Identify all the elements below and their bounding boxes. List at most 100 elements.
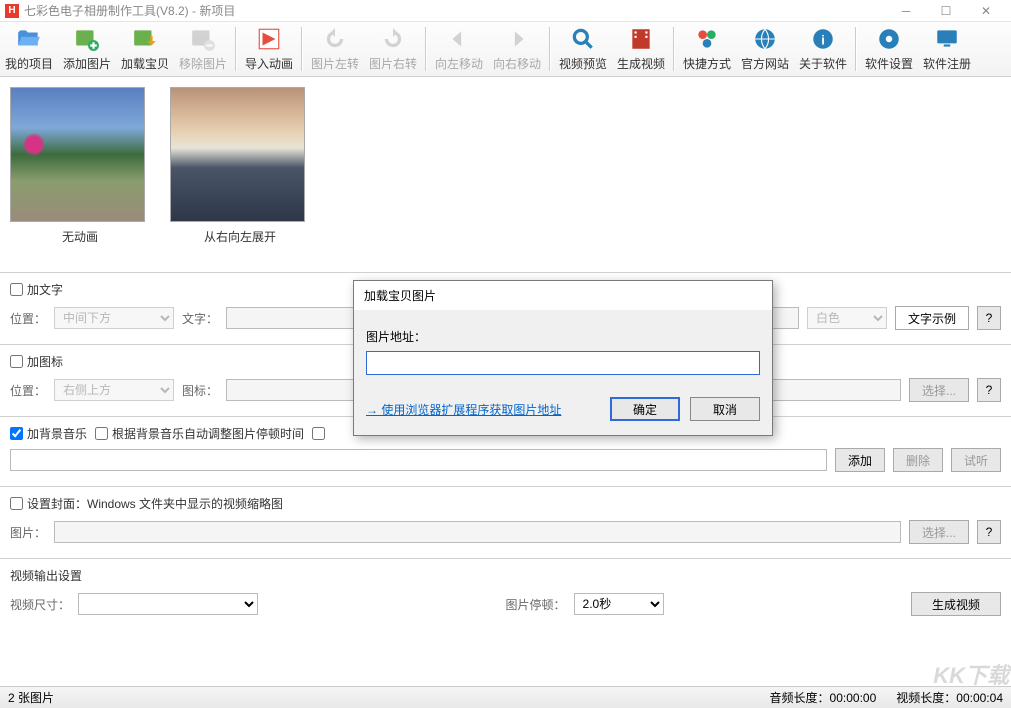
- film-icon: [628, 26, 654, 52]
- music-delete-button[interactable]: 删除: [893, 448, 943, 472]
- text-example-button[interactable]: 文字示例: [895, 306, 969, 330]
- move-left-icon: [446, 26, 472, 52]
- music-try-button[interactable]: 试听: [951, 448, 1001, 472]
- minimize-button[interactable]: ─: [886, 1, 926, 21]
- toolbar-globe[interactable]: 官方网站: [736, 22, 794, 76]
- text-position-select[interactable]: 中间下方: [54, 307, 174, 329]
- toolbar-label: 导入动画: [245, 55, 293, 72]
- add-music-checkbox[interactable]: 加背景音乐: [10, 425, 87, 442]
- toolbar-label: 添加图片: [63, 55, 111, 72]
- toolbar-gear[interactable]: 软件设置: [860, 22, 918, 76]
- toolbar-info[interactable]: i 关于软件: [794, 22, 852, 76]
- video-size-select[interactable]: [78, 593, 258, 615]
- add-icon-check[interactable]: [10, 355, 23, 368]
- toolbar-preview[interactable]: 视频预览: [554, 22, 612, 76]
- add-music-check[interactable]: [10, 427, 23, 440]
- cancel-button[interactable]: 取消: [690, 397, 760, 421]
- image-count: 2 张图片: [8, 689, 54, 706]
- main-toolbar: 我的项目添加图片加载宝贝移除图片导入动画图片左转图片右转向左移动向右移动 视频预览…: [0, 22, 1011, 77]
- move-right-icon: [504, 26, 530, 52]
- toolbar-label: 我的项目: [5, 55, 53, 72]
- toolbar-label: 生成视频: [617, 55, 665, 72]
- ok-button[interactable]: 确定: [610, 397, 680, 421]
- toolbar-image-plus[interactable]: 添加图片: [58, 22, 116, 76]
- toolbar-folder-open[interactable]: 我的项目: [0, 22, 58, 76]
- cover-panel: 设置封面：Windows 文件夹中显示的视频缩略图 图片： 选择... ?: [0, 486, 1011, 558]
- import-animation-icon: [256, 26, 282, 52]
- video-length: 视频长度：00:00:04: [896, 689, 1003, 706]
- rotate-left-icon: [322, 26, 348, 52]
- cover-path-input[interactable]: [54, 521, 901, 543]
- truncated-checkbox[interactable]: [312, 427, 325, 440]
- video-size-label: 视频尺寸：: [10, 596, 70, 613]
- thumbnail-caption: 无动画: [10, 228, 150, 245]
- window-title: 七彩色电子相册制作工具(V8.2) - 新项目: [24, 2, 886, 19]
- help-button[interactable]: ?: [977, 306, 1001, 330]
- icon-label: 图标：: [182, 382, 218, 399]
- thumbnail-image: [10, 87, 145, 222]
- toolbar-label: 关于软件: [799, 55, 847, 72]
- toolbar-rotate-right: 图片右转: [364, 22, 422, 76]
- thumbnail-image: [170, 87, 305, 222]
- help-button[interactable]: ?: [977, 378, 1001, 402]
- audio-length: 音频长度：00:00:00: [770, 689, 877, 706]
- music-path-input[interactable]: [10, 449, 827, 471]
- info-icon: i: [810, 26, 836, 52]
- toolbar-import-animation[interactable]: 导入动画: [240, 22, 298, 76]
- icon-position-select[interactable]: 右侧上方: [54, 379, 174, 401]
- help-button[interactable]: ?: [977, 520, 1001, 544]
- status-bar: 2 张图片 音频长度：00:00:00 视频长度：00:00:04: [0, 686, 1011, 708]
- toolbar-rotate-left: 图片左转: [306, 22, 364, 76]
- load-image-dialog: 加载宝贝图片 图片地址： → 使用浏览器扩展程序获取图片地址 确定 取消: [353, 280, 773, 436]
- gear-icon: [876, 26, 902, 52]
- image-plus-icon: [74, 26, 100, 52]
- auto-adjust-check[interactable]: [95, 427, 108, 440]
- globe-icon: [752, 26, 778, 52]
- toolbar-label: 快捷方式: [683, 55, 731, 72]
- toolbar-label: 向右移动: [493, 55, 541, 72]
- pause-label: 图片停顿：: [506, 596, 566, 613]
- close-button[interactable]: ✕: [966, 1, 1006, 21]
- thumbnail-item[interactable]: 无动画: [10, 87, 150, 262]
- icon-select-button[interactable]: 选择...: [909, 378, 969, 402]
- toolbar-label: 软件设置: [865, 55, 913, 72]
- music-add-button[interactable]: 添加: [835, 448, 885, 472]
- pause-select[interactable]: 2.0秒: [574, 593, 664, 615]
- dialog-title: 加载宝贝图片: [354, 281, 772, 310]
- toolbar-label: 视频预览: [559, 55, 607, 72]
- svg-text:i: i: [821, 32, 825, 47]
- toolbar-label: 软件注册: [923, 55, 971, 72]
- auto-adjust-checkbox[interactable]: 根据背景音乐自动调整图片停顿时间: [95, 425, 304, 442]
- thumbnail-caption: 从右向左展开: [170, 228, 310, 245]
- text-color-select[interactable]: 白色: [807, 307, 887, 329]
- truncated-check[interactable]: [312, 427, 325, 440]
- toolbar-image-load[interactable]: 加载宝贝: [116, 22, 174, 76]
- preview-icon: [570, 26, 596, 52]
- set-cover-check[interactable]: [10, 497, 23, 510]
- add-text-check[interactable]: [10, 283, 23, 296]
- maximize-button[interactable]: ☐: [926, 1, 966, 21]
- folder-open-icon: [16, 26, 42, 52]
- toolbar-shortcut[interactable]: 快捷方式: [678, 22, 736, 76]
- image-url-input[interactable]: [366, 351, 760, 375]
- toolbar-move-left: 向左移动: [430, 22, 488, 76]
- set-cover-checkbox[interactable]: 设置封面：Windows 文件夹中显示的视频缩略图: [10, 495, 1001, 512]
- toolbar-move-right: 向右移动: [488, 22, 546, 76]
- toolbar-film[interactable]: 生成视频: [612, 22, 670, 76]
- cover-pic-label: 图片：: [10, 524, 46, 541]
- browser-extension-link[interactable]: → 使用浏览器扩展程序获取图片地址: [366, 401, 561, 418]
- rotate-right-icon: [380, 26, 406, 52]
- image-remove-icon: [190, 26, 216, 52]
- text-label: 文字：: [182, 310, 218, 327]
- toolbar-monitor[interactable]: 软件注册: [918, 22, 976, 76]
- titlebar: H 七彩色电子相册制作工具(V8.2) - 新项目 ─ ☐ ✕: [0, 0, 1011, 22]
- thumbnail-item[interactable]: 从右向左展开: [170, 87, 310, 262]
- app-icon: H: [5, 4, 19, 18]
- output-panel: 视频输出设置 视频尺寸： 图片停顿： 2.0秒 生成视频: [0, 558, 1011, 630]
- generate-video-button[interactable]: 生成视频: [911, 592, 1001, 616]
- shortcut-icon: [694, 26, 720, 52]
- cover-select-button[interactable]: 选择...: [909, 520, 969, 544]
- monitor-icon: [934, 26, 960, 52]
- toolbar-image-remove: 移除图片: [174, 22, 232, 76]
- image-load-icon: [132, 26, 158, 52]
